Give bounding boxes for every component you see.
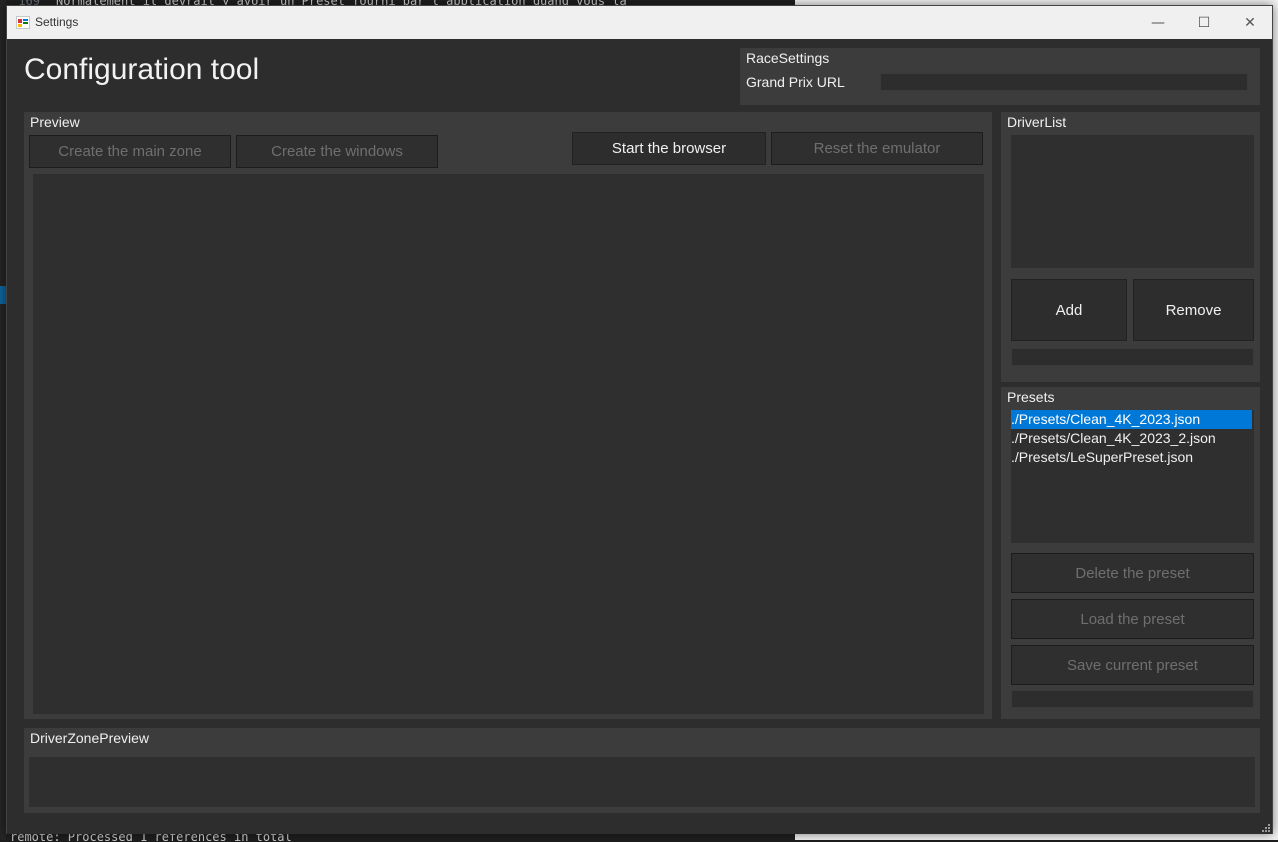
presets-listbox[interactable]: ./Presets/Clean_4K_2023.json ./Presets/C… (1011, 410, 1254, 543)
create-main-zone-button[interactable]: Create the main zone (29, 135, 231, 168)
driver-zone-preview-group: DriverZonePreview (24, 728, 1260, 813)
preview-label: Preview (30, 114, 80, 130)
grand-prix-url-input[interactable] (880, 73, 1248, 91)
preset-item-selected[interactable]: ./Presets/Clean_4K_2023.json (1011, 410, 1252, 429)
race-settings-group: RaceSettings Grand Prix URL (740, 48, 1260, 105)
grand-prix-url-label: Grand Prix URL (746, 74, 845, 90)
preset-item[interactable]: ./Presets/LeSuperPreset.json (1011, 448, 1252, 467)
title-bar[interactable]: Settings — ☐ ✕ (7, 6, 1272, 39)
minimize-button[interactable]: — (1135, 6, 1181, 39)
maximize-icon: ☐ (1197, 14, 1211, 31)
window-title: Settings (35, 15, 79, 29)
close-button[interactable]: ✕ (1227, 6, 1273, 39)
presets-label: Presets (1007, 389, 1055, 405)
preset-item[interactable]: ./Presets/Clean_4K_2023_2.json (1011, 429, 1252, 448)
save-preset-button[interactable]: Save current preset (1011, 645, 1254, 685)
resize-grip-icon[interactable] (1260, 822, 1270, 832)
presets-group: Presets ./Presets/Clean_4K_2023.json ./P… (1001, 387, 1260, 719)
load-preset-button[interactable]: Load the preset (1011, 599, 1254, 639)
client-area: Configuration tool RaceSettings Grand Pr… (7, 39, 1272, 834)
race-settings-label: RaceSettings (746, 50, 830, 66)
minimize-icon: — (1151, 14, 1165, 31)
close-icon: ✕ (1244, 14, 1256, 31)
driver-zone-preview-canvas (29, 757, 1255, 807)
add-driver-button[interactable]: Add (1011, 279, 1127, 341)
driver-list-group: DriverList Add Remove (1001, 112, 1260, 382)
maximize-button[interactable]: ☐ (1181, 6, 1227, 39)
app-icon (16, 16, 30, 29)
reset-emulator-button[interactable]: Reset the emulator (771, 132, 983, 165)
preview-group: Preview Create the main zone Create the … (24, 112, 992, 719)
driver-zone-preview-label: DriverZonePreview (30, 730, 150, 746)
create-windows-button[interactable]: Create the windows (236, 135, 438, 168)
start-browser-button[interactable]: Start the browser (572, 132, 766, 165)
page-title: Configuration tool (24, 53, 260, 86)
driver-name-input[interactable] (1011, 348, 1254, 366)
preset-name-input[interactable] (1011, 690, 1254, 708)
remove-driver-button[interactable]: Remove (1133, 279, 1254, 341)
delete-preset-button[interactable]: Delete the preset (1011, 553, 1254, 593)
preview-canvas (33, 174, 984, 714)
driver-list-label: DriverList (1007, 114, 1067, 130)
settings-window: Settings — ☐ ✕ Configuration tool RaceSe… (6, 5, 1273, 834)
driver-listbox[interactable] (1011, 135, 1254, 268)
